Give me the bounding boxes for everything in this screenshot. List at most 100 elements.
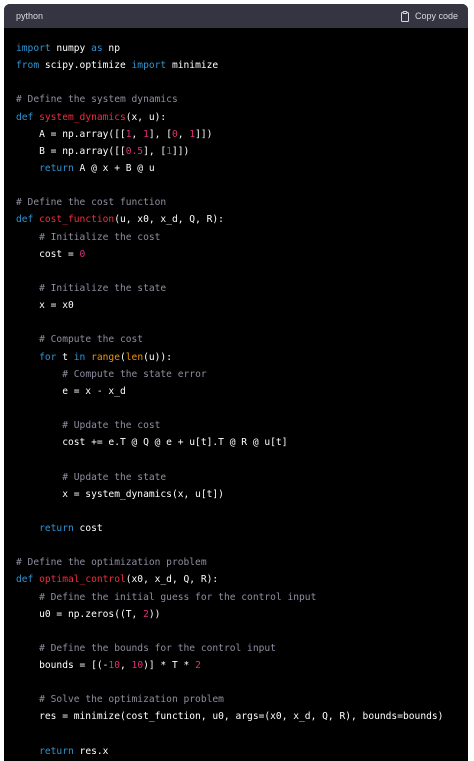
code-line: import numpy as np [16,40,468,57]
function-name: cost_function [39,214,115,226]
builtin: len [125,351,144,363]
code-text: )] * T * [143,660,196,672]
keyword: import [16,43,51,54]
code-text: numpy [50,43,92,54]
comment: # Solve the optimization problem [39,694,224,706]
code-text: res.x [73,745,109,757]
code-line: # Compute the state error [16,366,468,383]
number-literal: 10 [108,660,120,672]
copy-code-button[interactable]: Copy code [400,10,458,22]
code-text: res = minimize(cost_function, u0, args=(… [16,711,444,723]
code-text: scipy.optimize [39,60,132,72]
code-line: A = np.array([[1, 1], [0, 1]]) [16,126,468,143]
keyword: for [39,351,57,363]
code-line: bounds = [(-10, 10)] * T * 2 [16,657,468,674]
code-line: def cost_function(u, x0, x_d, Q, R): [16,211,468,228]
comment: # Define the initial guess for the contr… [39,591,317,603]
code-line: cost += e.T @ Q @ e + u[t].T @ R @ u[t] [16,434,468,451]
code-text: , [119,660,132,672]
keyword: return [39,745,74,757]
code-text: u0 = np.zeros((T, [16,608,144,620]
keyword: from [16,60,40,72]
code-line: cost = 0 [16,246,468,263]
keyword: import [131,60,167,72]
code-text: t [56,351,74,363]
code-line: # Compute the cost [16,331,468,348]
code-line: # Initialize the state [16,280,468,297]
function-name: optimal_control [39,574,126,586]
code-line: u0 = np.zeros((T, 2)) [16,606,468,623]
code-line: return A @ x + B @ u [16,160,468,177]
code-text: minimize [166,60,219,72]
code-line: e = x - x_d [16,383,468,400]
code-text: )) [148,608,161,620]
code-text: ], [ [143,145,167,157]
comment: # Initialize the state [39,282,167,294]
keyword: def [16,574,34,586]
comment: # Define the system dynamics [16,94,178,106]
code-line: # Update the state [16,469,468,486]
comment: # Compute the state error [62,368,207,380]
number-literal: 10 [131,660,144,672]
comment: # Define the bounds for the control inpu… [39,642,276,654]
keyword: return [39,162,74,174]
comment: # Update the cost [62,420,161,432]
code-text: cost += e.T @ Q @ e + u[t].T @ R @ u[t] [16,437,288,449]
code-text: , [131,128,144,140]
code-line: # Solve the optimization problem [16,691,468,708]
code-line: return cost [16,520,468,537]
code-line: def system_dynamics(x, u): [16,109,468,126]
code-text: (x0, x_d, Q, R): [125,574,219,586]
builtin: range [91,351,120,363]
number-literal: 2 [195,660,201,672]
keyword: def [16,214,34,226]
code-line: # Define the optimization problem [16,554,468,571]
code-text: x = system_dynamics(x, u[t]) [16,488,224,500]
clipboard-icon [400,10,410,22]
comment: # Update the state [62,471,167,483]
code-text: ]]) [195,128,213,140]
code-text: (u)): [143,351,172,363]
code-line: return res.x [16,743,468,760]
code-line: x = x0 [16,297,468,314]
code-line: def optimal_control(x0, x_d, Q, R): [16,571,468,588]
code-content[interactable]: import numpy as np from scipy.optimize im… [4,28,468,760]
comment: # Define the cost function [16,197,167,209]
function-name: system_dynamics [39,111,126,123]
code-line: # Update the cost [16,417,468,434]
code-block: python Copy code import numpy as np from … [4,4,468,761]
code-line: res = minimize(cost_function, u0, args=(… [16,708,468,725]
code-line: # Define the system dynamics [16,91,468,108]
code-text: e = x - x_d [16,385,126,397]
language-label: python [16,11,44,21]
code-text: bounds = [(- [16,660,109,672]
code-text: ]]) [171,145,190,157]
code-line: B = np.array([[0.5], [1]]) [16,143,468,160]
code-line: # Define the bounds for the control inpu… [16,640,468,657]
code-line: # Define the cost function [16,194,468,211]
code-text: cost = [16,248,80,260]
code-text: ], [ [148,128,172,140]
